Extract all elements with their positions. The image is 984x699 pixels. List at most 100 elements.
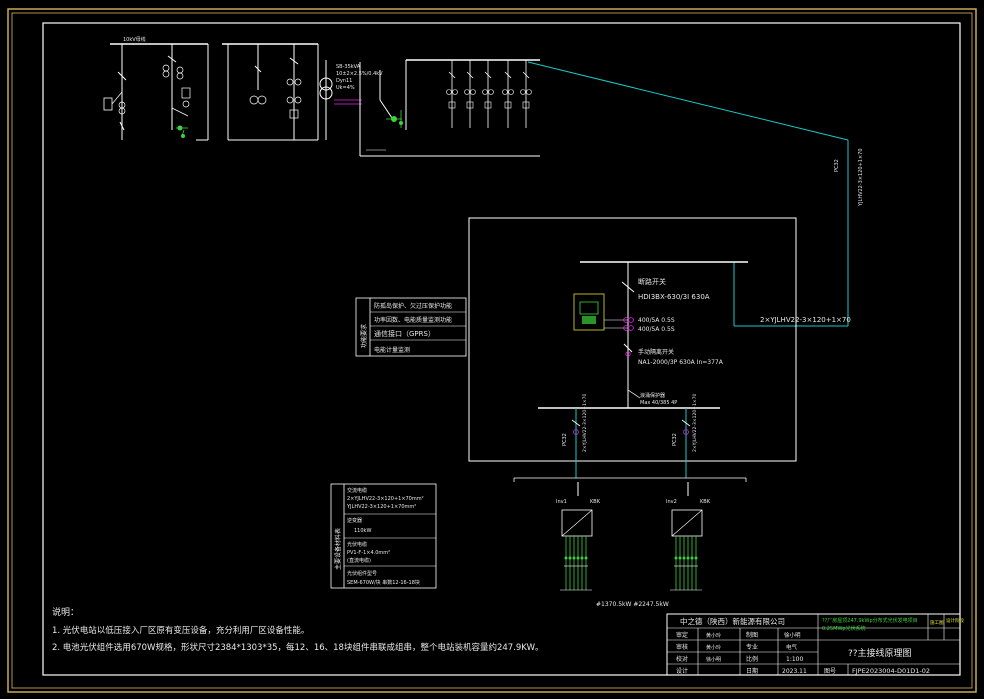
feeder-ct-a-3 [482, 89, 488, 95]
inverter-name-1: KBK [590, 499, 601, 505]
feeder-cable: PC32 YJLHV22-3×120+1×70 [527, 61, 864, 327]
tb-mid-head-3: 比例 [746, 655, 758, 663]
tb-mid-val-3: 1:100 [786, 656, 803, 663]
tb-mid-val-4: 2023.11 [782, 668, 807, 675]
pv-string-node-1-4 [576, 556, 580, 560]
pv-string-node-2-2 [678, 556, 682, 560]
drawing-no-head: 图号 [824, 668, 836, 675]
function-requirements-box: 功能要求 防孤岛保护、欠过压保护功能 功率因数、电能质量监测功能 通信接口（GP… [355, 297, 467, 357]
pv-strings [560, 536, 702, 591]
equip-row4-head: 光伏组件型号 [347, 570, 377, 577]
tb-row-head-1: 审定 [676, 631, 688, 639]
breaker-spec: HDI3BX-630/3I 630A [638, 293, 710, 301]
feeder-ct-b-5 [526, 89, 532, 95]
equipment-table: 主要设备材料表 交流电缆 2×YJLHV22-3×120+1×70mm² YJL… [330, 483, 437, 589]
ct-label-2: 400/5A 0.5S [638, 326, 675, 333]
switch-title: 手动隔离开关 [638, 348, 674, 356]
spd-title: 浪涌保护器 [640, 392, 665, 399]
transformer-line-4: Uk=4% [336, 85, 355, 91]
equip-row3-line1: PV1-F-1×4.0mm² [347, 550, 390, 556]
outgoing-cable-1: 2×YJLHV22-3×120+1×70 [582, 393, 588, 452]
feeder-cable-spec: YJLHV22-3×120+1×70 [858, 149, 864, 208]
ct-label-1: 400/5A 0.5S [638, 317, 675, 324]
function-item-1: 防孤岛保护、欠过压保护功能 [374, 302, 452, 310]
inverter-label-1: Inv1 [556, 499, 567, 505]
feeder-ct-a-2 [464, 89, 470, 95]
outgoing-cable-2: 2×YJLHV22-3×120+1×70 [692, 393, 698, 452]
tb-mid-head-2: 专业 [746, 643, 758, 651]
distribution-panel-box [468, 217, 797, 462]
breaker-title: 断路开关 [638, 277, 666, 286]
tb-row-head-3: 校对 [676, 655, 688, 663]
tb-mid-val-1: 徐小明 [784, 631, 801, 639]
feeder-ct-b-3 [488, 89, 494, 95]
pv-string-node-2-3 [682, 556, 686, 560]
feeder-ct-a-5 [520, 89, 526, 95]
transformer-line-1: SB-35kVA [336, 64, 361, 70]
function-item-4: 电能计量监测 [374, 346, 410, 354]
tb-mid-head-4: 日期 [746, 667, 758, 675]
pv-string-node-2-5 [690, 556, 694, 560]
drawing-no: FJPE2023004-D01D1-02 [852, 667, 930, 675]
feeder-ct-a-4 [502, 89, 508, 95]
note-line-1: 1. 光伏电站以低压接入厂区原有变压设备，充分利用厂区设备性能。 [52, 625, 309, 636]
function-item-2: 功率因数、电能质量监测功能 [374, 316, 452, 324]
project-subname: 0.25MWp光伏系统 [822, 625, 866, 632]
stage-head: 设计阶段 [946, 617, 964, 624]
equip-row2-line1: 110kW [354, 528, 371, 534]
inverter-section: Inv1 KBK Inv2 KBK #1370.5kW #2247.5kW [513, 477, 747, 608]
tb-sign-2: 黄小玲 [706, 644, 721, 651]
stage-value: 施工图 [930, 619, 944, 626]
inverter-label-2: Inv2 [666, 499, 677, 505]
drawing-name: ??主接线原理图 [848, 647, 912, 659]
tb-mid-head-1: 制图 [746, 631, 758, 639]
title-block: 中之德（陕西）新能源有限公司 ??厂房屋顶247.9kWp分布式光伏发电项目 0… [666, 613, 964, 676]
outgoing-tag-2: PC32 [672, 433, 678, 446]
feeder-tag: PC32 [834, 159, 840, 172]
feeder-ct-a-1 [446, 89, 452, 95]
equip-row2-head: 逆变器 [347, 517, 362, 524]
pv-string-node-1-5 [580, 556, 584, 560]
function-side-label: 功能要求 [360, 324, 368, 348]
distribution-panel: 断路开关 HDI3BX-630/3I 630A 400/5A 0.5S 400/… [538, 261, 851, 478]
tb-row-head-4: 设计 [676, 667, 688, 675]
equip-row3-line2: (直流电缆) [347, 557, 371, 564]
tb-mid-val-2: 电气 [786, 643, 798, 651]
equip-row1-line1: 2×YJLHV22-3×120+1×70mm² [347, 496, 424, 502]
pv-string-node-1-2 [568, 556, 572, 560]
outer-frame-inner [11, 12, 973, 689]
pv-string-node-1-6 [584, 556, 588, 560]
incoming-cable-label: 2×YJLHV22-3×120+1×70 [760, 316, 851, 324]
equip-row4-line1: SEM-670W/块 串数12-16-18块 [347, 579, 420, 586]
tb-row-head-2: 审核 [676, 643, 688, 651]
pv-string-node-1-3 [572, 556, 576, 560]
outgoing-feeders [446, 60, 532, 128]
grid-incoming-section: 10kV母线 [103, 36, 209, 141]
drawing-border [42, 22, 961, 676]
project-name: ??厂房屋顶247.9kWp分布式光伏发电项目 [822, 617, 918, 624]
notes-title: 说明： [52, 606, 79, 618]
equipment-side-label: 主要设备材料表 [334, 528, 342, 570]
pv-string-node-1-1 [564, 556, 568, 560]
equip-row1-line2: YJLHV22-3×120+1×70mm² [346, 504, 416, 510]
note-line-2: 2. 电池光伏组件选用670W规格，形状尺寸2384*1303*35，每12、1… [52, 642, 543, 653]
drawing-canvas: 10kV母线 SB-35kVA 10±2×2.5%/0.4kV Dyn11 Uk… [7, 8, 977, 693]
feeder-ct-b-1 [452, 89, 458, 95]
switch-spec: NA1-2000/3P 630A In=377A [638, 359, 724, 366]
transformer-line-3: Dyn11 [336, 78, 352, 84]
outgoing-tag-1: PC32 [562, 433, 568, 446]
company-name: 中之德（陕西）新能源有限公司 [680, 616, 785, 626]
spd-spec: Max 40/385 4P [640, 400, 677, 406]
pv-string-node-2-6 [694, 556, 698, 560]
equip-row1-head: 交流电缆 [347, 487, 367, 494]
tb-sign-3: 徐小明 [706, 656, 721, 663]
notes: 说明： 1. 光伏电站以低压接入厂区原有变压设备，充分利用厂区设备性能。 2. … [52, 606, 543, 653]
meter-bus-section [222, 43, 319, 141]
grid-bus-label: 10kV母线 [123, 36, 146, 43]
inverter-capacity-caption: #1370.5kW #2247.5kW [596, 601, 669, 608]
tb-sign-1: 黄小玲 [706, 632, 721, 639]
function-item-3: 通信接口（GPRS） [374, 329, 435, 338]
outer-frame [7, 8, 977, 693]
feeder-ct-b-4 [508, 89, 514, 95]
pv-string-node-2-4 [686, 556, 690, 560]
